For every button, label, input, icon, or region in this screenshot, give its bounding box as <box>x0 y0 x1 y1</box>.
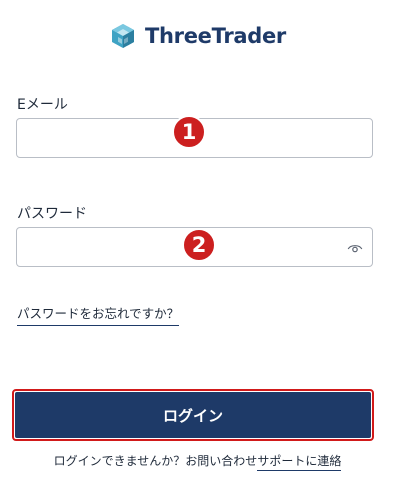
forgot-password-link[interactable]: パスワードをお忘れですか？ <box>17 303 180 326</box>
eye-icon[interactable] <box>347 240 363 256</box>
footer-help: ログインできませんか？お問い合わせサポートに連絡 <box>0 452 395 471</box>
annotation-badge-1: 1 <box>172 115 206 149</box>
annotation-badge-2: 2 <box>182 228 216 262</box>
brand-logo: ThreeTrader <box>0 22 395 50</box>
cube-logo-icon <box>112 24 134 48</box>
password-label: パスワード <box>17 206 87 222</box>
email-label: Eメール <box>17 97 68 113</box>
login-button[interactable]: ログイン <box>15 392 371 438</box>
support-link[interactable]: サポートに連絡 <box>257 454 342 471</box>
footer-help-text: ログインできませんか？お問い合わせ <box>53 454 258 468</box>
brand-name: ThreeTrader <box>145 24 286 48</box>
